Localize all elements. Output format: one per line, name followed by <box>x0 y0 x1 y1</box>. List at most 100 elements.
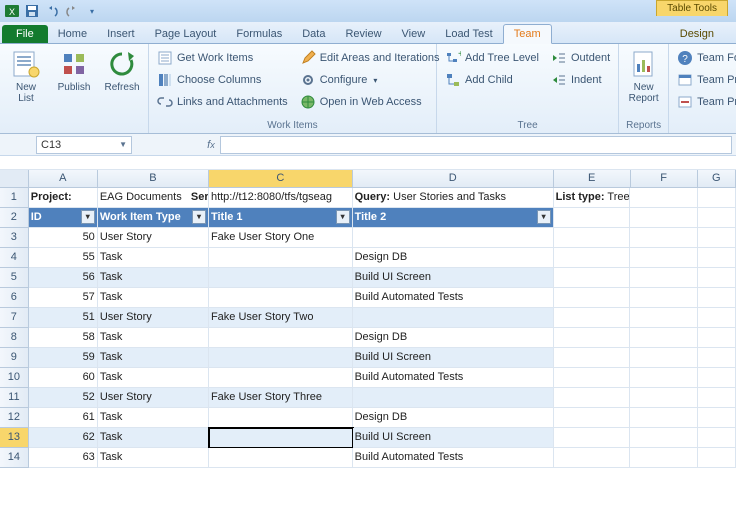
choose-columns-button[interactable]: Choose Columns <box>153 70 292 90</box>
cell-wit[interactable]: Task <box>98 428 209 448</box>
tab-view[interactable]: View <box>392 25 436 43</box>
cell-id[interactable]: 50 <box>29 228 98 248</box>
tab-load-test[interactable]: Load Test <box>435 25 503 43</box>
refresh-button[interactable]: Refresh <box>100 46 144 119</box>
open-web-button[interactable]: Open in Web Access <box>296 92 444 112</box>
team-project-button-1[interactable]: Team Pr <box>673 70 736 90</box>
col-header-G[interactable]: G <box>698 170 736 187</box>
cell-blank[interactable] <box>630 348 697 368</box>
configure-button[interactable]: Configure▾ <box>296 70 444 90</box>
cell-blank[interactable] <box>630 408 697 428</box>
cell-id[interactable]: 61 <box>29 408 98 428</box>
cell-blank[interactable] <box>554 408 631 428</box>
cell-F1[interactable] <box>630 188 697 208</box>
cell-title2[interactable]: Build Automated Tests <box>353 448 554 468</box>
cell-blank[interactable] <box>630 428 697 448</box>
header-title-2[interactable]: Title 2▾ <box>353 208 554 228</box>
cell-blank[interactable] <box>554 368 631 388</box>
cell-wit[interactable]: Task <box>98 408 209 428</box>
cell-wit[interactable]: Task <box>98 348 209 368</box>
add-tree-level-button[interactable]: +Add Tree Level <box>441 48 543 68</box>
cell-wit[interactable]: Task <box>98 448 209 468</box>
cell-wit[interactable]: User Story <box>98 228 209 248</box>
cell-title2[interactable] <box>353 308 554 328</box>
cell-G2[interactable] <box>698 208 736 228</box>
cell-id[interactable]: 51 <box>29 308 98 328</box>
cell-A1[interactable]: Project: <box>29 188 98 208</box>
new-report-button[interactable]: New Report <box>623 46 664 119</box>
row-header-8[interactable]: 8 <box>0 328 29 348</box>
row-header-6[interactable]: 6 <box>0 288 29 308</box>
cell-blank[interactable] <box>554 308 631 328</box>
cell-id[interactable]: 59 <box>29 348 98 368</box>
cell-blank[interactable] <box>630 288 697 308</box>
fx-icon[interactable]: fx <box>202 139 220 151</box>
file-tab[interactable]: File <box>2 25 48 43</box>
cell-blank[interactable] <box>554 388 631 408</box>
filter-icon[interactable]: ▾ <box>192 210 206 224</box>
cell-title1[interactable] <box>209 408 353 428</box>
row-header-2[interactable]: 2 <box>0 208 29 228</box>
cell-blank[interactable] <box>698 348 736 368</box>
cell-title2[interactable]: Build Automated Tests <box>353 288 554 308</box>
edit-areas-button[interactable]: Edit Areas and Iterations <box>296 48 444 68</box>
cell-title1[interactable] <box>209 448 353 468</box>
cell-id[interactable]: 57 <box>29 288 98 308</box>
cell-C1[interactable]: http://t12:8080/tfs/tgseag <box>209 188 353 208</box>
cell-title2[interactable]: Design DB <box>353 408 554 428</box>
col-header-C[interactable]: C <box>209 170 353 187</box>
save-icon[interactable] <box>24 3 40 19</box>
cell-id[interactable]: 63 <box>29 448 98 468</box>
tab-insert[interactable]: Insert <box>97 25 145 43</box>
filter-icon[interactable]: ▾ <box>81 210 95 224</box>
cell-blank[interactable] <box>554 288 631 308</box>
cell-id[interactable]: 52 <box>29 388 98 408</box>
cell-wit[interactable]: Task <box>98 368 209 388</box>
cell-blank[interactable] <box>630 328 697 348</box>
cell-title1[interactable] <box>209 248 353 268</box>
select-all-corner[interactable] <box>0 170 29 187</box>
cell-title2[interactable]: Build UI Screen <box>353 428 554 448</box>
cell-blank[interactable] <box>698 368 736 388</box>
tab-data[interactable]: Data <box>292 25 335 43</box>
cell-title1[interactable] <box>209 328 353 348</box>
tab-home[interactable]: Home <box>48 25 97 43</box>
header-id[interactable]: ID▾ <box>29 208 98 228</box>
cell-title2[interactable]: Build UI Screen <box>353 268 554 288</box>
cell-title1[interactable]: Fake User Story Three <box>209 388 353 408</box>
indent-button[interactable]: Indent <box>547 70 614 90</box>
col-header-E[interactable]: E <box>554 170 631 187</box>
tab-page-layout[interactable]: Page Layout <box>145 25 227 43</box>
cell-id[interactable]: 56 <box>29 268 98 288</box>
cell-blank[interactable] <box>698 448 736 468</box>
redo-icon[interactable] <box>64 3 80 19</box>
add-child-button[interactable]: Add Child <box>441 70 543 90</box>
cell-blank[interactable] <box>630 388 697 408</box>
cell-title1[interactable]: Fake User Story Two <box>209 308 353 328</box>
header-work-item-type[interactable]: Work Item Type▾ <box>98 208 209 228</box>
cell-title2[interactable]: Build UI Screen <box>353 348 554 368</box>
outdent-button[interactable]: Outdent <box>547 48 614 68</box>
cell-blank[interactable] <box>554 248 631 268</box>
cell-title2[interactable] <box>353 388 554 408</box>
cell-title1[interactable] <box>209 268 353 288</box>
cell-blank[interactable] <box>698 428 736 448</box>
col-header-D[interactable]: D <box>353 170 554 187</box>
formula-input[interactable] <box>220 136 732 154</box>
tab-formulas[interactable]: Formulas <box>226 25 292 43</box>
row-header-4[interactable]: 4 <box>0 248 29 268</box>
cell-title1[interactable] <box>209 368 353 388</box>
cell-blank[interactable] <box>698 308 736 328</box>
team-foundation-button[interactable]: ?Team Fo <box>673 48 736 68</box>
cell-blank[interactable] <box>630 228 697 248</box>
get-work-items-button[interactable]: Get Work Items <box>153 48 292 68</box>
cell-blank[interactable] <box>698 228 736 248</box>
cell-E2[interactable] <box>554 208 631 228</box>
cell-title2[interactable]: Design DB <box>353 248 554 268</box>
cell-blank[interactable] <box>630 368 697 388</box>
undo-icon[interactable] <box>44 3 60 19</box>
row-header-10[interactable]: 10 <box>0 368 29 388</box>
cell-blank[interactable] <box>554 268 631 288</box>
cell-title2[interactable]: Build Automated Tests <box>353 368 554 388</box>
col-header-F[interactable]: F <box>631 170 698 187</box>
